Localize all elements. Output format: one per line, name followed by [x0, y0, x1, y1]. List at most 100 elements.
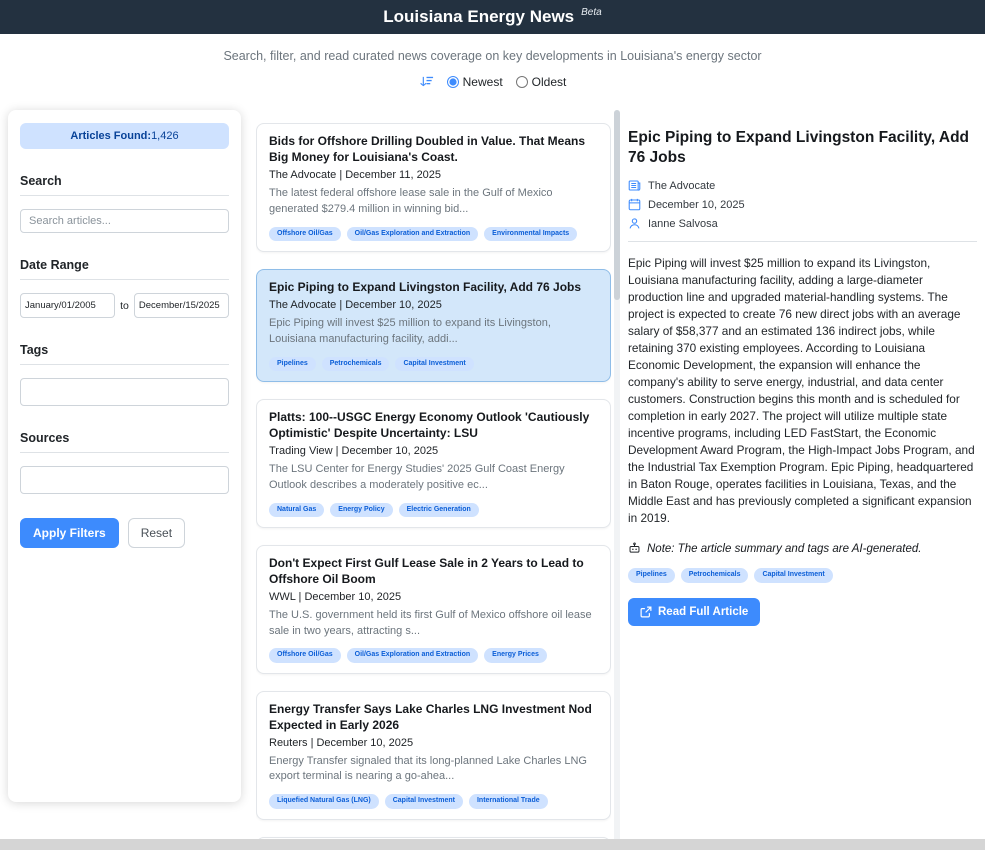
article-title: Platts: 100--USGC Energy Economy Outlook… — [269, 410, 598, 442]
ai-note-text: Note: The article summary and tags are A… — [647, 543, 921, 555]
detail-author-text: Ianne Salvosa — [648, 218, 718, 230]
date-to-input[interactable] — [134, 293, 229, 318]
tags-input[interactable] — [20, 378, 229, 406]
article-title: Bids for Offshore Drilling Doubled in Va… — [269, 134, 598, 166]
tag-pill: Capital Investment — [395, 357, 473, 371]
article-snippet: The latest federal offshore lease sale i… — [269, 186, 598, 218]
divider — [20, 195, 229, 196]
sort-newest-label: Newest — [463, 75, 503, 89]
detail-source-text: The Advocate — [648, 180, 715, 192]
article-card[interactable]: Platts: 100--USGC Energy Economy Outlook… — [256, 399, 611, 528]
tag-pill: Natural Gas — [269, 503, 324, 517]
tag-pill: Energy Policy — [330, 503, 392, 517]
detail-tags: Pipelines Petrochemicals Capital Investm… — [628, 568, 977, 582]
tag-pill: Capital Investment — [754, 568, 832, 582]
external-link-icon — [640, 606, 652, 618]
tag-pill: Capital Investment — [385, 794, 463, 808]
article-meta: WWL | December 10, 2025 — [269, 591, 598, 603]
beta-badge: Beta — [581, 7, 602, 18]
detail-author-row: Ianne Salvosa — [628, 217, 977, 230]
article-snippet: Energy Transfer signaled that its long-p… — [269, 754, 598, 786]
date-range-row: to — [20, 293, 229, 318]
tag-pill: Oil/Gas Exploration and Extraction — [347, 227, 479, 241]
articles-found-label: Articles Found: — [70, 130, 151, 142]
person-icon — [628, 217, 641, 230]
article-meta: Trading View | December 10, 2025 — [269, 445, 598, 457]
article-snippet: Epic Piping will invest $25 million to e… — [269, 316, 598, 348]
detail-body: Epic Piping will invest $25 million to e… — [628, 255, 977, 527]
article-title: Don't Expect First Gulf Lease Sale in 2 … — [269, 556, 598, 588]
article-card[interactable]: Don't Expect First Gulf Lease Sale in 2 … — [256, 545, 611, 674]
article-tags: Offshore Oil/Gas Oil/Gas Exploration and… — [269, 648, 598, 662]
divider — [20, 279, 229, 280]
app-subtitle: Search, filter, and read curated news co… — [0, 49, 985, 63]
detail-date-row: December 10, 2025 — [628, 198, 977, 211]
articles-found-value: 1,426 — [151, 130, 179, 142]
app: Louisiana Energy News Beta Search, filte… — [0, 0, 985, 89]
tags-section-title: Tags — [20, 343, 229, 357]
tag-pill: International Trade — [469, 794, 548, 808]
article-detail: Epic Piping to Expand Livingston Facilit… — [628, 128, 977, 626]
tag-pill: Environmental Impacts — [484, 227, 577, 241]
detail-title: Epic Piping to Expand Livingston Facilit… — [628, 128, 977, 168]
date-from-input[interactable] — [20, 293, 115, 318]
article-meta: Reuters | December 10, 2025 — [269, 737, 598, 749]
article-card[interactable]: Bids for Offshore Drilling Doubled in Va… — [256, 123, 611, 252]
sort-oldest-label: Oldest — [532, 75, 567, 89]
apply-filters-button[interactable]: Apply Filters — [20, 518, 119, 548]
window-bottom-edge — [0, 839, 985, 850]
detail-source-row: The Advocate — [628, 179, 977, 192]
filters-sidebar: Articles Found:1,426 Search Date Range t… — [8, 110, 241, 802]
app-title: Louisiana Energy News — [383, 7, 574, 27]
sort-oldest-radio[interactable] — [516, 76, 528, 88]
article-list: Bids for Offshore Drilling Doubled in Va… — [256, 123, 611, 850]
tag-pill: Oil/Gas Exploration and Extraction — [347, 648, 479, 662]
article-tags: Natural Gas Energy Policy Electric Gener… — [269, 503, 598, 517]
divider — [20, 364, 229, 365]
article-card-selected[interactable]: Epic Piping to Expand Livingston Facilit… — [256, 269, 611, 382]
sort-bar: Newest Oldest — [0, 74, 985, 89]
article-card[interactable]: Energy Transfer Says Lake Charles LNG In… — [256, 691, 611, 820]
reset-button[interactable]: Reset — [128, 518, 185, 548]
sources-input[interactable] — [20, 466, 229, 494]
tag-pill: Electric Generation — [399, 503, 479, 517]
date-range-section-title: Date Range — [20, 258, 229, 272]
tag-pill: Offshore Oil/Gas — [269, 648, 341, 662]
sort-newest-option[interactable]: Newest — [447, 75, 503, 89]
tag-pill: Petrochemicals — [681, 568, 749, 582]
tag-pill: Petrochemicals — [322, 357, 390, 371]
read-full-article-button[interactable]: Read Full Article — [628, 598, 760, 626]
divider — [628, 241, 977, 242]
ai-note: Note: The article summary and tags are A… — [628, 542, 977, 555]
sort-descending-icon — [419, 74, 434, 89]
article-snippet: The LSU Center for Energy Studies' 2025 … — [269, 462, 598, 494]
article-title: Epic Piping to Expand Livingston Facilit… — [269, 280, 598, 296]
tag-pill: Pipelines — [269, 357, 316, 371]
sources-section-title: Sources — [20, 431, 229, 445]
scrollbar-thumb[interactable] — [614, 110, 620, 300]
detail-meta: The Advocate December 10, 2025 Ianne Sal… — [628, 179, 977, 230]
article-tags: Liquefied Natural Gas (LNG) Capital Inve… — [269, 794, 598, 808]
article-list-scrollbar[interactable] — [614, 110, 620, 850]
article-meta: The Advocate | December 11, 2025 — [269, 169, 598, 181]
sort-newest-radio[interactable] — [447, 76, 459, 88]
article-tags: Offshore Oil/Gas Oil/Gas Exploration and… — [269, 227, 598, 241]
divider — [20, 452, 229, 453]
tag-pill: Pipelines — [628, 568, 675, 582]
article-snippet: The U.S. government held its first Gulf … — [269, 608, 598, 640]
newspaper-icon — [628, 179, 641, 192]
tag-pill: Offshore Oil/Gas — [269, 227, 341, 241]
detail-date-text: December 10, 2025 — [648, 199, 745, 211]
app-header: Louisiana Energy News Beta — [0, 0, 985, 34]
tag-pill: Liquefied Natural Gas (LNG) — [269, 794, 379, 808]
main-content: Articles Found:1,426 Search Date Range t… — [0, 110, 985, 850]
sort-oldest-option[interactable]: Oldest — [516, 75, 567, 89]
article-title: Energy Transfer Says Lake Charles LNG In… — [269, 702, 598, 734]
robot-icon — [628, 542, 641, 555]
date-separator: to — [120, 300, 129, 312]
articles-found-badge: Articles Found:1,426 — [20, 123, 229, 149]
calendar-icon — [628, 198, 641, 211]
search-section-title: Search — [20, 174, 229, 188]
search-input[interactable] — [20, 209, 229, 233]
article-meta: The Advocate | December 10, 2025 — [269, 299, 598, 311]
